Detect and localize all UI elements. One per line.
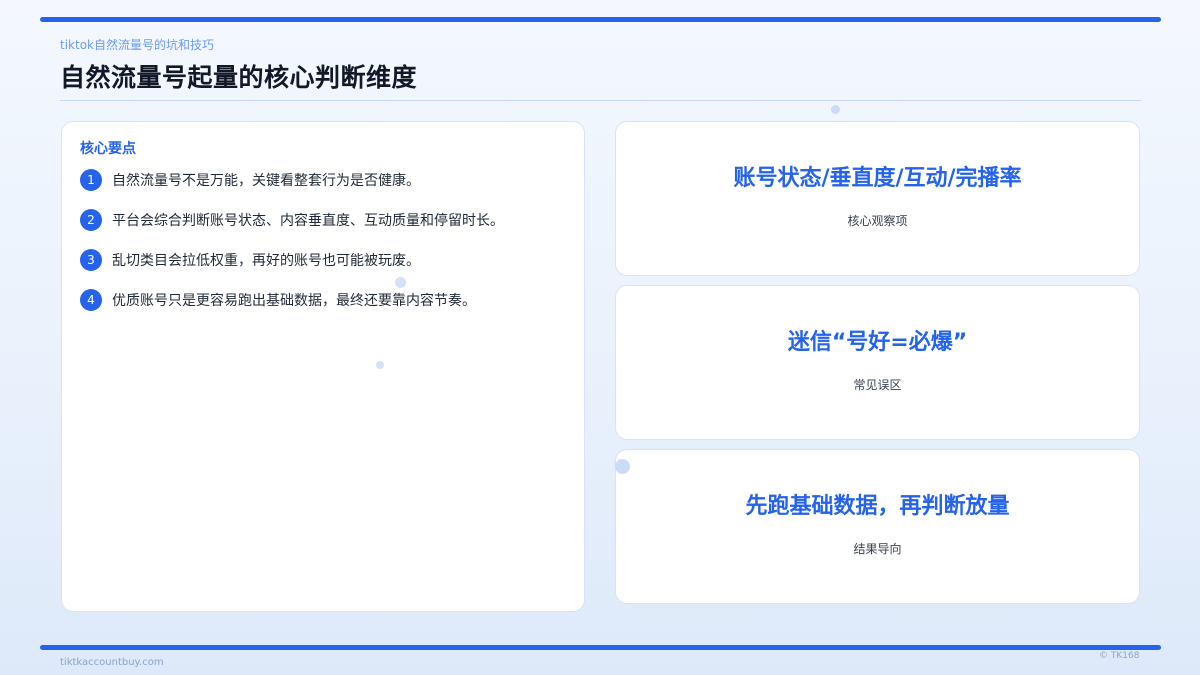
insight-card: 迷信“号好=必爆” 常见误区 bbox=[615, 285, 1140, 440]
card-caption: 结果导向 bbox=[853, 542, 902, 556]
decorative-dot bbox=[395, 277, 406, 288]
bottom-accent-bar bbox=[40, 645, 1161, 650]
point-text: 自然流量号不是万能，关键看整套行为是否健康。 bbox=[112, 173, 420, 189]
footer-copyright: © TK168 bbox=[1099, 651, 1140, 661]
title-divider bbox=[60, 100, 1141, 101]
card-title: 账号状态/垂直度/互动/完播率 bbox=[733, 166, 1022, 191]
key-point-item: 4 优质账号只是更容易跑出基础数据，最终还要靠内容节奏。 bbox=[80, 288, 566, 312]
point-number-badge: 3 bbox=[80, 249, 102, 271]
point-text: 乱切类目会拉低权重，再好的账号也可能被玩废。 bbox=[112, 253, 420, 269]
point-text: 优质账号只是更容易跑出基础数据，最终还要靠内容节奏。 bbox=[112, 293, 476, 309]
card-title: 迷信“号好=必爆” bbox=[787, 330, 968, 355]
insight-card: 先跑基础数据，再判断放量 结果导向 bbox=[615, 449, 1140, 604]
page-title: 自然流量号起量的核心判断维度 bbox=[60, 63, 418, 92]
insight-card: 账号状态/垂直度/互动/完播率 核心观察项 bbox=[615, 121, 1140, 276]
decorative-dot bbox=[376, 361, 384, 369]
key-points-panel: 核心要点 1 自然流量号不是万能，关键看整套行为是否健康。 2 平台会综合判断账… bbox=[61, 121, 585, 612]
footer-site-link[interactable]: tiktkaccountbuy.com bbox=[60, 657, 164, 668]
decorative-dot bbox=[831, 105, 840, 114]
point-text: 平台会综合判断账号状态、内容垂直度、互动质量和停留时长。 bbox=[112, 213, 504, 229]
key-point-item: 1 自然流量号不是万能，关键看整套行为是否健康。 bbox=[80, 168, 566, 192]
point-number-badge: 4 bbox=[80, 289, 102, 311]
key-points-heading: 核心要点 bbox=[80, 141, 136, 157]
card-caption: 常见误区 bbox=[853, 378, 902, 392]
decorative-dot bbox=[615, 459, 630, 474]
key-point-item: 3 乱切类目会拉低权重，再好的账号也可能被玩废。 bbox=[80, 248, 566, 272]
top-accent-bar bbox=[40, 17, 1161, 22]
page-subtitle: tiktok自然流量号的坑和技巧 bbox=[60, 38, 214, 52]
key-point-item: 2 平台会综合判断账号状态、内容垂直度、互动质量和停留时长。 bbox=[80, 208, 566, 232]
point-number-badge: 2 bbox=[80, 209, 102, 231]
card-caption: 核心观察项 bbox=[847, 214, 908, 228]
card-title: 先跑基础数据，再判断放量 bbox=[745, 494, 1010, 519]
point-number-badge: 1 bbox=[80, 169, 102, 191]
